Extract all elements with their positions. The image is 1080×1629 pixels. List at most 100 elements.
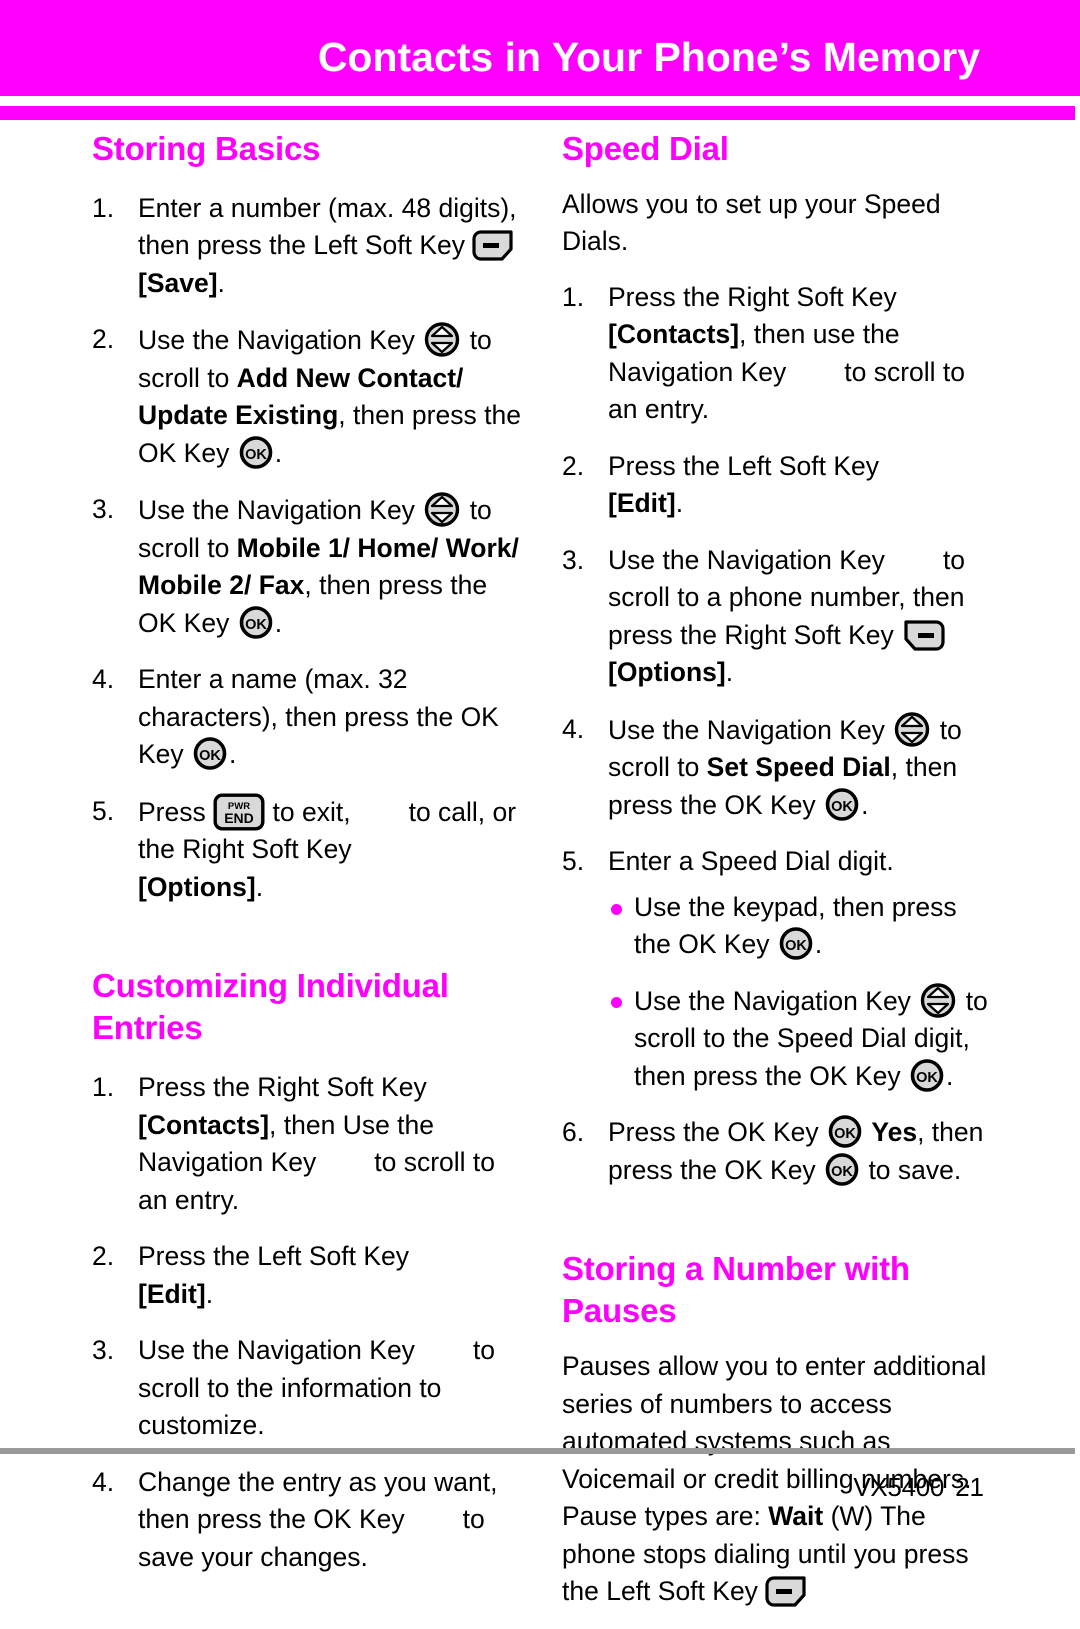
- list-item: Use the Navigation Key to scroll to the …: [608, 982, 992, 1096]
- step-emphasis: [Contacts]: [138, 1109, 270, 1140]
- step-period: .: [255, 871, 264, 902]
- bullet-period: .: [946, 1060, 954, 1091]
- header-accent-rule: [0, 106, 1075, 120]
- step-period: .: [675, 488, 684, 519]
- step-emphasis: [Options]: [608, 657, 726, 688]
- bullet-text: Use the Navigation Key: [634, 985, 911, 1016]
- step-text: Press the OK Key: [608, 1117, 819, 1148]
- step-text: Press the Right Soft Key: [608, 281, 897, 312]
- step-emphasis: [Options]: [138, 871, 256, 902]
- step-number: 4.: [562, 713, 585, 744]
- pwr-end-key-icon: PWR END: [213, 793, 265, 831]
- list-item: 5. Press PWR END to exit, to call, or the …: [92, 793, 522, 907]
- ok-key-icon: OK: [823, 1152, 861, 1187]
- step-text: Enter a Speed Dial digit.: [608, 846, 894, 877]
- step-number: 2.: [92, 324, 115, 355]
- page-number: 21: [955, 1472, 984, 1502]
- step-number: 2.: [562, 450, 585, 481]
- svg-text:OK: OK: [245, 617, 267, 633]
- step-text-cont: to exit,: [272, 796, 351, 827]
- bullet-period: .: [814, 929, 823, 960]
- step-period: .: [274, 437, 283, 468]
- step-period: .: [861, 789, 869, 820]
- customizing-entries-step-list: 1. Press the Right Soft Key [Contacts], t…: [92, 1069, 522, 1576]
- heading-storing-basics: Storing Basics: [92, 130, 321, 167]
- step-text: Use the Navigation Key: [608, 544, 885, 575]
- step-emphasis: Yes: [871, 1117, 918, 1148]
- list-item: 2. Press the Left Soft Key [Edit].: [92, 1238, 522, 1313]
- ok-key-icon: OK: [191, 736, 229, 771]
- step-number: 3.: [562, 544, 585, 575]
- bullet-dot-icon: [611, 903, 622, 915]
- svg-text:END: END: [224, 810, 254, 826]
- right-column: Speed Dial Allows you to set up your Spe…: [562, 128, 992, 1629]
- navigation-key-icon: [422, 321, 462, 358]
- navigation-key-icon: [422, 491, 462, 528]
- ok-key-icon: OK: [823, 787, 861, 822]
- heading-speed-dial: Speed Dial: [562, 130, 729, 167]
- step-number: 5.: [92, 795, 115, 826]
- svg-text:OK: OK: [831, 1164, 853, 1180]
- step-emphasis: [Contacts]: [608, 319, 740, 350]
- left-soft-key-icon: [472, 230, 516, 262]
- bullet-dot-icon: [611, 996, 622, 1008]
- list-item: 1. Press the Right Soft Key [Contacts], t…: [92, 1069, 522, 1219]
- step-period: .: [274, 607, 283, 638]
- ok-key-icon: OK: [237, 435, 275, 470]
- list-item: 3. Use the Navigation Key to scroll to Mo…: [92, 491, 522, 642]
- list-item: 4. Change the entry as you want, then pre…: [92, 1464, 522, 1577]
- step-number: 1.: [562, 281, 585, 312]
- svg-text:OK: OK: [834, 1126, 856, 1142]
- svg-text:OK: OK: [199, 748, 221, 764]
- page-title: Contacts in Your Phone’s Memory: [317, 34, 980, 80]
- step-text-tail: .: [217, 267, 225, 298]
- step-text: Press the Right Soft Key: [138, 1072, 427, 1103]
- device-model: VX5400: [853, 1472, 945, 1502]
- step-period: .: [725, 657, 734, 688]
- step-period: .: [229, 739, 237, 770]
- storing-basics-step-list: 1. Enter a number (max. 48 digits), then …: [92, 190, 522, 907]
- step-number: 3.: [92, 1335, 115, 1366]
- list-item: 2. Press the Left Soft Key [Edit].: [562, 448, 992, 523]
- list-item: 1. Enter a number (max. 48 digits), then …: [92, 190, 522, 303]
- list-item: 3. Use the Navigation Key to scroll to the…: [92, 1332, 522, 1445]
- heading-storing-a-number-with-pauses: Storing a Number with Pauses: [562, 1250, 910, 1330]
- step-period: .: [205, 1278, 214, 1309]
- list-item: 3. Use the Navigation Key to scroll to a p…: [562, 542, 992, 692]
- list-item: 5. Enter a Speed Dial digit. Use the keyp…: [562, 843, 992, 1095]
- step-number: 2.: [92, 1241, 115, 1272]
- speed-dial-intro: Allows you to set up your Speed Dials.: [562, 188, 941, 257]
- step-text: Use the Navigation Key: [608, 714, 885, 745]
- step-text: Use the Navigation Key: [138, 325, 415, 356]
- footer: VX5400 21: [853, 1472, 984, 1503]
- step-text: Use the Navigation Key: [138, 1335, 415, 1366]
- ok-key-icon: OK: [237, 605, 275, 640]
- step-text: Press the Left Soft Key: [608, 450, 880, 481]
- navigation-key-icon: [918, 982, 958, 1019]
- footer-divider: [0, 1448, 1075, 1454]
- heading-customizing-individual-entries: Customizing Individual Entries: [92, 967, 449, 1047]
- left-soft-key-icon: [765, 1576, 809, 1607]
- step-number: 1.: [92, 1072, 115, 1103]
- step-number: 6.: [562, 1117, 585, 1148]
- step-text: Use the Navigation Key: [138, 495, 415, 526]
- step-number: 3.: [92, 494, 115, 525]
- list-item: 2. Use the Navigation Key to scroll to Ad…: [92, 321, 522, 472]
- navigation-key-icon: [892, 711, 932, 748]
- list-item: 6. Press the OK Key OK Yes, then press th…: [562, 1114, 992, 1189]
- svg-text:OK: OK: [785, 938, 807, 954]
- ok-key-icon: OK: [826, 1114, 864, 1149]
- pauses-emphasis: Wait: [768, 1501, 824, 1532]
- step-emphasis: [Save]: [138, 267, 218, 298]
- right-soft-key-icon: [901, 620, 945, 651]
- step-number: 5.: [562, 846, 585, 877]
- list-item: 4. Enter a name (max. 32 characters), the…: [92, 661, 522, 774]
- step-emphasis: Set Speed Dial: [706, 752, 891, 783]
- svg-text:OK: OK: [831, 799, 853, 815]
- step-emphasis: [Edit]: [608, 488, 676, 519]
- list-item: 1. Press the Right Soft Key [Contacts], t…: [562, 279, 992, 429]
- step-text: Press: [138, 796, 206, 827]
- step-text: Enter a number (max. 48 digits), then pr…: [138, 192, 517, 261]
